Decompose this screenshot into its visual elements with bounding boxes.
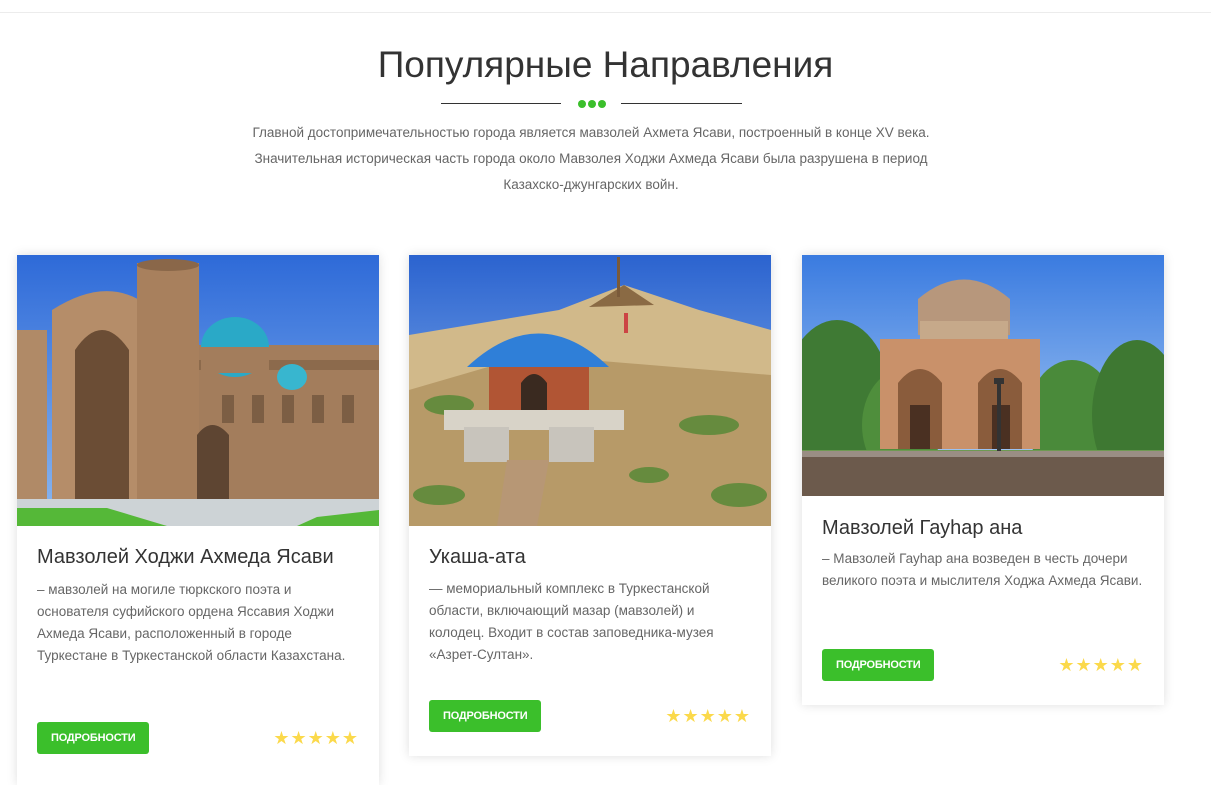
rating-stars-icon: ★★★★★ xyxy=(665,706,751,726)
card-image xyxy=(802,255,1164,496)
rating-stars-icon: ★★★★★ xyxy=(1058,655,1144,675)
card-title: Мавзолей Ходжи Ахмеда Ясави xyxy=(37,546,334,568)
card-description: – Мавзолей Гауһар ана возведен в честь д… xyxy=(822,551,1143,588)
card-description: – мавзолей на могиле тюркского поэта и о… xyxy=(37,582,346,663)
section-title: Популярные Направления xyxy=(377,44,834,85)
divider-line-left xyxy=(441,103,561,104)
details-button[interactable]: ПОДРОБНОСТИ xyxy=(37,722,150,754)
details-button[interactable]: ПОДРОБНОСТИ xyxy=(429,700,542,732)
card-description: — мемориальный комплекс в Туркестанской … xyxy=(429,581,714,662)
card-title: Мавзолей Гауһар ана xyxy=(822,517,1023,539)
destination-card: Укаша-ата — мемориальный комплекс в Турк… xyxy=(409,255,771,756)
destination-card: Мавзолей Ходжи Ахмеда Ясави – мавзолей н… xyxy=(17,255,379,785)
divider-dots-icon xyxy=(578,100,606,108)
card-image xyxy=(409,255,771,526)
title-divider xyxy=(0,96,1211,112)
card-title: Укаша-ата xyxy=(429,546,526,568)
destination-card: Мавзолей Гауһар ана – Мавзолей Гауһар ан… xyxy=(802,255,1164,705)
divider-line-right xyxy=(621,103,742,104)
rating-stars-icon: ★★★★★ xyxy=(273,728,359,748)
header-divider xyxy=(0,12,1211,13)
details-button[interactable]: ПОДРОБНОСТИ xyxy=(822,649,935,681)
card-image xyxy=(17,255,379,526)
section-intro: Главной достопримечательностью города яв… xyxy=(252,125,930,192)
